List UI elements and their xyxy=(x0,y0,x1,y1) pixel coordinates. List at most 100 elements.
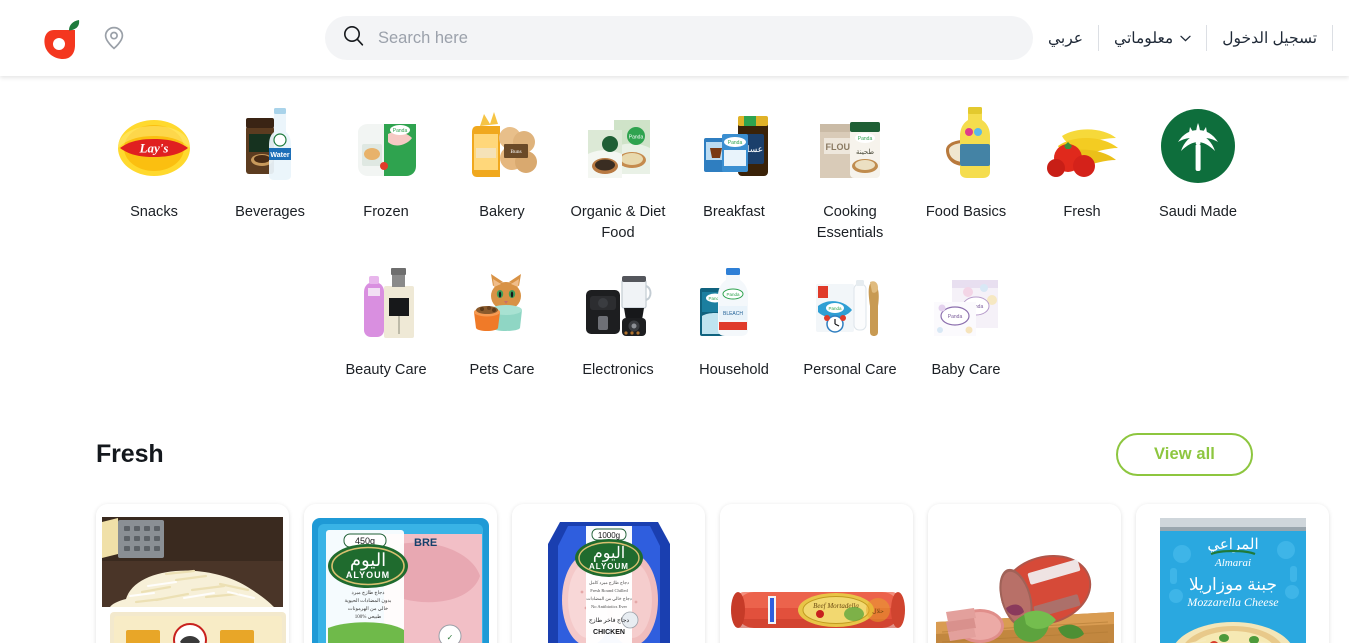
svg-text:اليوم: اليوم xyxy=(350,550,386,571)
language-label: عربي xyxy=(1048,29,1084,47)
category-label: Snacks xyxy=(130,204,178,220)
category-household[interactable]: Panda Panda BLEACH Household xyxy=(676,262,792,381)
svg-text:Panda: Panda xyxy=(728,140,743,146)
search-icon xyxy=(343,25,364,51)
svg-text:اليوم: اليوم xyxy=(593,545,625,562)
almarai-mozzarella-cheese-product: المراعي Almarai جبنة موزاريلا Mozzarella… xyxy=(1136,504,1329,643)
site-header: عربي معلوماتي تسجيل الدخول xyxy=(0,0,1349,76)
category-label: Organic & Diet Food xyxy=(570,204,666,241)
category-label: Breakfast xyxy=(703,204,765,220)
category-beauty-care[interactable]: Beauty Care xyxy=(328,262,444,381)
svg-text:Panda: Panda xyxy=(858,136,873,142)
svg-text:CHICKEN: CHICKEN xyxy=(593,629,625,636)
fresh-section-header: Fresh View all xyxy=(0,433,1349,477)
search-input[interactable] xyxy=(378,16,1015,60)
svg-text:1000g: 1000g xyxy=(598,531,620,540)
category-saudi-made[interactable]: Saudi Made xyxy=(1140,104,1256,243)
bread-buns-icon: Buns xyxy=(460,104,544,188)
search-zone xyxy=(325,16,1033,60)
beef-mortadella-roll-product: Beef Mortadella حلال xyxy=(720,504,913,643)
svg-text:BRE: BRE xyxy=(414,537,437,549)
svg-text:ALYOUM: ALYOUM xyxy=(589,562,629,571)
palm-tree-icon xyxy=(1156,104,1240,188)
category-organic-diet-food[interactable]: Panda Organic & Diet Food xyxy=(560,104,676,243)
category-baby-care[interactable]: Panda Panda Baby Care xyxy=(908,262,1024,381)
category-row-2: Beauty Care Pets Care Electronics Panda … xyxy=(0,262,1349,381)
category-fresh[interactable]: Fresh xyxy=(1024,104,1140,243)
svg-text:Panda: Panda xyxy=(726,292,740,297)
product-card-alyoum-whole-chicken[interactable]: 1000g اليوم ALYOUM دجاج طازج مبرد كامل F… xyxy=(512,504,705,643)
view-all-button[interactable]: View all xyxy=(1115,433,1253,477)
category-pets-care[interactable]: Pets Care xyxy=(444,262,560,381)
shredded-cheese-product xyxy=(96,504,289,643)
category-label: Beauty Care xyxy=(345,362,427,379)
category-personal-care[interactable]: Panda Personal Care xyxy=(792,262,908,381)
svg-text:دجاج طازج مبرد: دجاج طازج مبرد xyxy=(352,590,385,596)
category-label: Baby Care xyxy=(931,362,1001,379)
category-label: Electronics xyxy=(582,362,654,379)
chevron-down-icon xyxy=(1180,29,1191,47)
svg-text:طحينة: طحينة xyxy=(856,148,874,156)
category-label: Beverages xyxy=(235,204,305,220)
product-card-sliced-mortadella-board[interactable] xyxy=(928,504,1121,643)
blender-airfryer-icon xyxy=(576,262,660,346)
svg-text:جبنة موزاريلا: جبنة موزاريلا xyxy=(1189,575,1277,595)
bleach-detergent-icon: Panda Panda BLEACH xyxy=(692,262,776,346)
category-label: Food Basics xyxy=(925,204,1007,220)
category-row-1: Lay's Snacks Water Beverages Panda Froze… xyxy=(0,104,1349,243)
fresh-product-list: 450g اليوم ALYOUM دجاج طازج مبرد بدون ال… xyxy=(0,504,1349,643)
search-bar[interactable] xyxy=(325,16,1033,60)
banana-tomato-icon xyxy=(1040,104,1124,188)
account-menu[interactable]: معلوماتي xyxy=(1099,29,1206,48)
category-label: Bakery xyxy=(479,204,525,220)
svg-text:حلال: حلال xyxy=(872,608,884,615)
svg-text:Panda: Panda xyxy=(629,135,644,141)
account-label: معلوماتي xyxy=(1114,29,1174,47)
svg-text:Buns: Buns xyxy=(510,149,521,155)
category-label: Personal Care xyxy=(803,362,897,379)
category-cooking-essentials[interactable]: FLOUR Panda طحينة Cooking Essentials xyxy=(792,104,908,243)
alyoum-whole-chicken-product: 1000g اليوم ALYOUM دجاج طازج مبرد كامل F… xyxy=(512,504,705,643)
alyoum-breast-fillet-product: 450g اليوم ALYOUM دجاج طازج مبرد بدون ال… xyxy=(304,504,497,643)
product-card-beef-mortadella-roll[interactable]: Beef Mortadella حلال xyxy=(720,504,913,643)
cart-button[interactable] xyxy=(1333,25,1349,51)
svg-text:100% طبيعي: 100% طبيعي xyxy=(355,614,382,620)
category-snacks[interactable]: Lay's Snacks xyxy=(96,104,212,243)
toothbrush-soap-icon: Panda xyxy=(808,262,892,346)
oil-rice-icon xyxy=(924,104,1008,188)
tomato-logo[interactable] xyxy=(42,16,90,60)
product-card-alyoum-breast-fillet[interactable]: 450g اليوم ALYOUM دجاج طازج مبرد بدون ال… xyxy=(304,504,497,643)
category-label: Household xyxy=(699,362,769,379)
category-frozen[interactable]: Panda Frozen xyxy=(328,104,444,243)
category-bakery[interactable]: Buns Bakery xyxy=(444,104,560,243)
location-pin-icon[interactable] xyxy=(103,26,125,50)
product-card-shredded-cheese[interactable] xyxy=(96,504,289,643)
svg-text:Panda: Panda xyxy=(393,128,408,134)
login-link[interactable]: تسجيل الدخول xyxy=(1207,29,1332,48)
category-label: Fresh xyxy=(1063,204,1101,220)
sliced-mortadella-board-product xyxy=(928,504,1121,643)
product-card-almarai-mozzarella[interactable]: المراعي Almarai جبنة موزاريلا Mozzarella… xyxy=(1136,504,1329,643)
category-label: Cooking Essentials xyxy=(816,204,884,241)
svg-text:دجاج فاخر طازج: دجاج فاخر طازج xyxy=(589,617,630,624)
honey-tea-icon: عسل Panda xyxy=(692,104,776,188)
category-beverages[interactable]: Water Beverages xyxy=(212,104,328,243)
perfume-shampoo-icon xyxy=(344,262,428,346)
category-breakfast[interactable]: عسل Panda Breakfast xyxy=(676,104,792,243)
login-label: تسجيل الدخول xyxy=(1222,29,1318,47)
lays-chips-icon: Lay's xyxy=(112,104,196,188)
svg-text:بدون المضادات الحيوية: بدون المضادات الحيوية xyxy=(345,598,392,604)
category-food-basics[interactable]: Food Basics xyxy=(908,104,1024,243)
baby-wipes-icon: Panda Panda xyxy=(924,262,1008,346)
category-label: Pets Care xyxy=(469,362,535,379)
svg-text:Panda: Panda xyxy=(948,314,963,320)
svg-text:BLEACH: BLEACH xyxy=(723,311,743,317)
language-switch-arabic[interactable]: عربي xyxy=(1033,29,1098,48)
category-label: Saudi Made xyxy=(1159,204,1237,220)
flour-tahina-icon: FLOUR Panda طحينة xyxy=(808,104,892,188)
svg-text:Water: Water xyxy=(270,152,289,159)
category-electronics[interactable]: Electronics xyxy=(560,262,676,381)
cat-food-bowl-icon xyxy=(460,262,544,346)
coffee-water-icon: Water xyxy=(228,104,312,188)
organic-pouches-icon: Panda xyxy=(576,104,660,188)
